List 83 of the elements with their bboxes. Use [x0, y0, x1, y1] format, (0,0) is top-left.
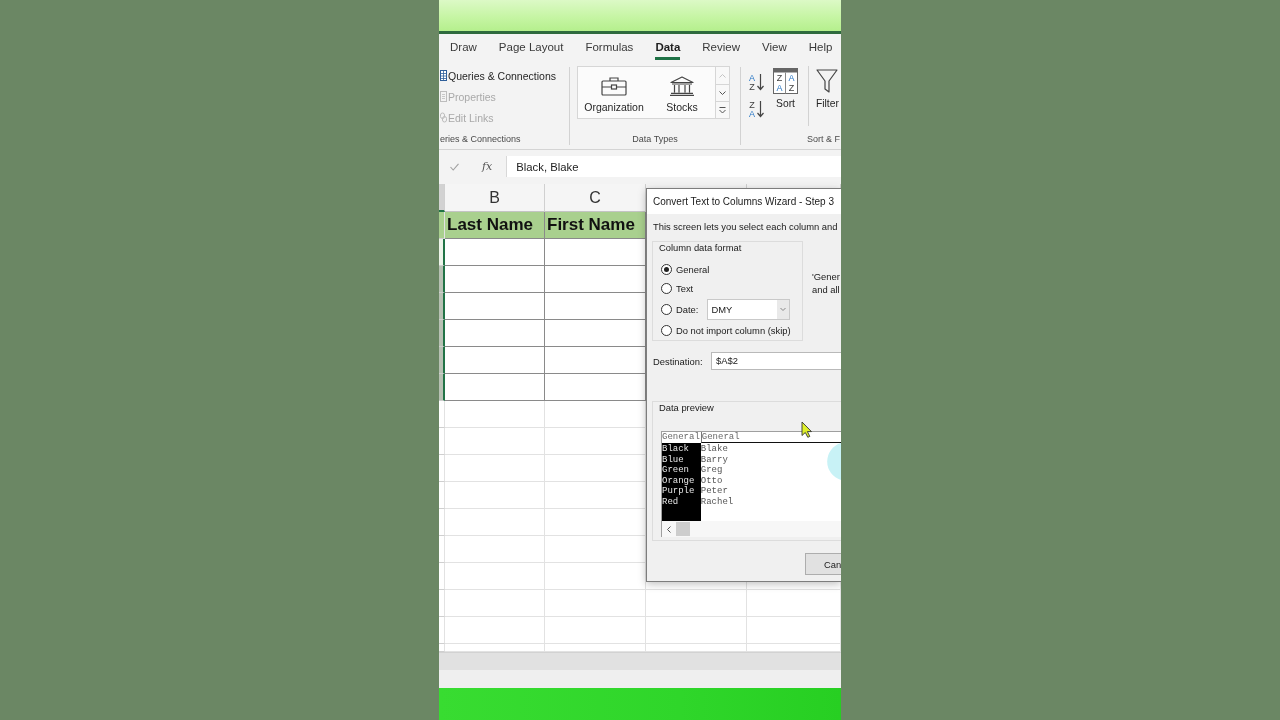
expand-more-icon — [719, 106, 726, 114]
preview-cell-text: Peter — [700, 486, 729, 497]
table-cell[interactable] — [545, 239, 646, 266]
grid-cell[interactable] — [439, 320, 445, 347]
bank-building-icon — [669, 76, 695, 96]
table-cell[interactable] — [545, 320, 646, 347]
scrollbar-thumb[interactable] — [676, 522, 690, 536]
table-header-cell: First Name — [545, 212, 646, 239]
grid-cell[interactable] — [439, 266, 445, 293]
table-cell[interactable] — [445, 320, 545, 347]
preview-cell-text: Rachel — [700, 496, 735, 508]
funnel-icon — [816, 68, 839, 94]
preview-cell-text: Otto — [700, 475, 724, 487]
data-type-button[interactable]: Stocks — [649, 67, 715, 118]
sort-button[interactable]: Z A A Z Sort — [773, 62, 798, 110]
link-icon — [440, 112, 447, 123]
ribbon-tab[interactable]: Formulas — [585, 34, 634, 60]
dialog-button[interactable]: Can — [805, 553, 841, 575]
radio-icon[interactable] — [661, 283, 672, 294]
ribbon-tab[interactable]: Help — [808, 34, 833, 60]
document-icon — [440, 91, 447, 102]
grid-cell[interactable] — [439, 239, 445, 266]
table-cell[interactable] — [445, 374, 545, 401]
dialog-instruction: This screen lets you select each column and — [653, 221, 838, 233]
column-header[interactable]: C — [545, 184, 646, 212]
grid-cell[interactable] — [439, 293, 445, 320]
chevron-left-icon[interactable] — [667, 525, 671, 533]
preview-cell-text: Barry — [700, 454, 729, 466]
preview-cell-text: Greg — [700, 465, 724, 476]
grid-cell[interactable] — [439, 347, 445, 374]
ribbon-tab[interactable]: Review — [702, 34, 741, 60]
formula-input[interactable]: Black, Blake — [506, 156, 841, 177]
table-cell[interactable] — [445, 347, 545, 374]
column-header[interactable]: B — [445, 184, 545, 212]
preview-cell-text: Green — [662, 465, 690, 476]
ribbon-group-label: eries & Connections — [439, 133, 522, 146]
preview-cell-text: Red — [662, 496, 680, 508]
radio-icon[interactable] — [661, 325, 672, 336]
insert-function-button[interactable]: fx — [482, 160, 493, 173]
preview-cell-text: Blake — [700, 444, 729, 455]
group-label: Column data format — [659, 242, 742, 254]
radio-option[interactable]: Text — [661, 282, 694, 295]
preview-column[interactable]: Black Blue Green Orange Purple Red — [662, 443, 701, 521]
column-header[interactable] — [439, 184, 445, 212]
preview-cell-text: Orange — [662, 475, 696, 486]
click-highlight-icon — [826, 443, 841, 480]
briefcase-icon — [601, 76, 627, 96]
ribbon-tab[interactable]: View — [762, 34, 787, 60]
radio-icon[interactable] — [661, 304, 672, 315]
table-cell[interactable] — [445, 239, 545, 266]
table-cell[interactable] — [545, 374, 646, 401]
radio-option[interactable]: General — [661, 263, 710, 276]
preview-cell-text: Black — [662, 444, 690, 455]
check-icon[interactable] — [450, 162, 459, 171]
table-cell[interactable] — [445, 293, 545, 320]
destination-label: Destination: — [653, 355, 704, 367]
dialog-title: Convert Text to Columns Wizard - Step 3 — [653, 195, 834, 208]
ribbon-group-label: Data Types — [631, 133, 679, 146]
table-cell[interactable] — [545, 347, 646, 374]
radio-option[interactable]: Do not import column (skip) — [661, 324, 791, 337]
chevron-down-icon — [719, 91, 726, 95]
format-description: 'Gener and all — [812, 270, 840, 296]
destination-field[interactable]: $A$2 — [711, 352, 841, 370]
chevron-up-icon — [719, 73, 726, 78]
mouse-pointer-icon — [801, 421, 812, 438]
sort-icon: Z A A Z — [773, 68, 798, 94]
preview-cell-text: Purple — [662, 486, 696, 497]
grid-cell[interactable] — [439, 374, 445, 401]
radio-icon[interactable] — [661, 264, 672, 275]
ribbon-group-label: Sort & F — [806, 133, 841, 146]
table-cell[interactable] — [545, 293, 646, 320]
ribbon-tab[interactable]: Page Layout — [498, 34, 564, 60]
table-cell[interactable] — [545, 266, 646, 293]
data-type-button[interactable]: Organization — [579, 67, 649, 118]
ribbon-tab[interactable]: Draw — [450, 34, 477, 60]
table-cell[interactable] — [445, 266, 545, 293]
group-label: Data preview — [659, 402, 714, 414]
radio-option[interactable]: Date: — [661, 303, 699, 316]
date-format-dropdown[interactable]: DMY — [707, 299, 791, 320]
filter-button[interactable]: Filter — [816, 62, 839, 110]
ribbon-button[interactable]: Queries & Connections — [440, 65, 569, 86]
preview-cell-text: Blue — [662, 454, 685, 466]
table-header-cell: Last Name — [445, 212, 545, 239]
